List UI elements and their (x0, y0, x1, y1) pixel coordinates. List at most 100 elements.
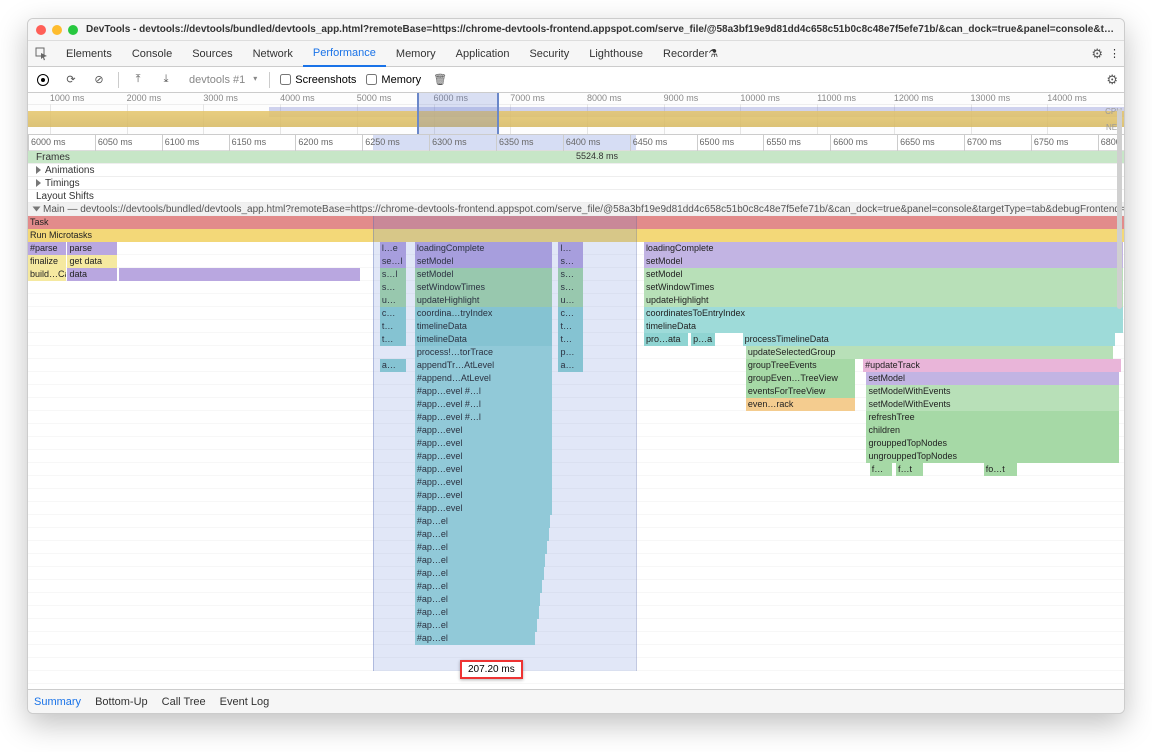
flame-bar[interactable]: l…e (380, 242, 406, 255)
tab-lighthouse[interactable]: Lighthouse (579, 41, 653, 67)
layout-shifts-track[interactable]: Layout Shifts (28, 190, 1124, 203)
flame-bar[interactable]: setModel (415, 255, 552, 268)
flame-bar[interactable]: #ap…el (415, 619, 537, 632)
flame-bar[interactable]: process!…torTrace (415, 346, 552, 359)
flame-bar[interactable]: #app…evel (415, 424, 552, 437)
flame-bar[interactable]: a… (380, 359, 406, 372)
flame-bar[interactable]: data (67, 268, 116, 281)
flame-bar[interactable]: t… (380, 333, 406, 346)
tab-security[interactable]: Security (519, 41, 579, 67)
flame-bar[interactable]: s… (558, 255, 582, 268)
flame-bar[interactable]: f… (870, 463, 892, 476)
flame-bar[interactable]: updateSelectedGroup (746, 346, 1113, 359)
reload-button[interactable]: ⟳ (62, 71, 80, 89)
record-button[interactable] (34, 71, 52, 89)
memory-checkbox[interactable]: Memory (366, 74, 421, 86)
flame-bar[interactable]: t… (380, 320, 406, 333)
settings-icon[interactable]: ⚙ (1091, 46, 1103, 62)
tab-call-tree[interactable]: Call Tree (162, 696, 206, 708)
scrollbar[interactable] (1117, 109, 1122, 309)
flame-bar[interactable]: #updateTrack (863, 359, 1121, 372)
minimize-icon[interactable] (52, 25, 62, 35)
flame-bar[interactable]: c… (558, 307, 582, 320)
overview-minimap[interactable]: 1000 ms2000 ms3000 ms4000 ms5000 ms6000 … (28, 93, 1124, 135)
flame-bar[interactable]: timelineData (415, 320, 552, 333)
flame-bar[interactable]: #ap…el (415, 541, 547, 554)
timings-track[interactable]: Timings (28, 177, 1124, 190)
flame-bar[interactable]: grouppedTopNodes (866, 437, 1118, 450)
maximize-icon[interactable] (68, 25, 78, 35)
flame-bar[interactable]: t… (558, 333, 582, 346)
tab-memory[interactable]: Memory (386, 41, 446, 67)
flame-bar[interactable]: #ap…el (415, 554, 545, 567)
flame-bar[interactable]: even…rack (746, 398, 856, 411)
flame-bar[interactable]: #parse (28, 242, 66, 255)
flame-bar[interactable]: refreshTree (866, 411, 1118, 424)
flame-bar[interactable]: #app…evel (415, 463, 552, 476)
flame-bar[interactable]: loadingComplete (644, 242, 1123, 255)
flame-bar[interactable]: s… (380, 281, 406, 294)
flame-bar[interactable]: #ap…el (415, 528, 549, 541)
flame-chart[interactable]: TaskRun Microtasks#parseparsel…eloadingC… (28, 216, 1124, 671)
inspect-icon[interactable] (32, 44, 52, 64)
flame-bar[interactable]: #app…evel #…l (415, 385, 552, 398)
flame-bar[interactable]: #app…evel #…l (415, 411, 552, 424)
tab-summary[interactable]: Summary (34, 696, 81, 708)
flame-bar[interactable]: finalize (28, 255, 66, 268)
flame-bar[interactable]: f…t (896, 463, 923, 476)
flame-bar[interactable]: get data (67, 255, 116, 268)
close-icon[interactable] (36, 25, 46, 35)
flame-bar[interactable]: a… (558, 359, 582, 372)
flame-bar[interactable]: groupEven…TreeView (746, 372, 856, 385)
screenshots-checkbox[interactable]: Screenshots (280, 74, 356, 86)
flame-bar[interactable]: appendTr…AtLevel (415, 359, 552, 372)
flame-bar[interactable]: children (866, 424, 1118, 437)
flame-bar[interactable]: ungrouppedTopNodes (866, 450, 1118, 463)
flame-bar[interactable]: #app…evel (415, 450, 552, 463)
flame-bar[interactable]: setModel (415, 268, 552, 281)
flame-bar[interactable]: groupTreeEvents (746, 359, 856, 372)
flame-bar[interactable]: updateHighlight (415, 294, 552, 307)
tab-elements[interactable]: Elements (56, 41, 122, 67)
tab-application[interactable]: Application (446, 41, 520, 67)
frames-track[interactable]: Frames 5524.8 ms (28, 151, 1124, 164)
clear-button[interactable]: ⊘ (90, 71, 108, 89)
flame-bar[interactable]: #ap…el (415, 593, 540, 606)
flame-bar[interactable]: updateHighlight (644, 294, 1123, 307)
tab-performance[interactable]: Performance (303, 41, 386, 67)
flame-bar[interactable]: t… (558, 320, 582, 333)
flame-bar[interactable] (119, 268, 360, 281)
more-icon[interactable]: ⋮ (1109, 47, 1120, 60)
flame-bar[interactable]: p… (558, 346, 582, 359)
recording-select[interactable]: devtools #1 (185, 73, 259, 87)
flame-bar[interactable]: fo…t (984, 463, 1017, 476)
tab-event-log[interactable]: Event Log (220, 696, 270, 708)
flame-bar[interactable]: setModel (644, 255, 1123, 268)
download-icon[interactable]: ⤓ (157, 71, 175, 89)
flame-bar[interactable]: #app…evel #…l (415, 398, 552, 411)
flame-bar[interactable]: coordinatesToEntryIndex (644, 307, 1123, 320)
flame-bar[interactable]: build…Calls (28, 268, 66, 281)
upload-icon[interactable]: ⤒ (129, 71, 147, 89)
animations-track[interactable]: Animations (28, 164, 1124, 177)
tab-sources[interactable]: Sources (182, 41, 242, 67)
flame-bar[interactable]: #append…AtLevel (415, 372, 552, 385)
flame-bar[interactable]: setModelWithEvents (866, 398, 1118, 411)
flame-bar[interactable]: u… (380, 294, 406, 307)
flame-bar[interactable]: u… (558, 294, 582, 307)
flame-bar[interactable]: s…l (380, 268, 406, 281)
flame-bar[interactable]: parse (67, 242, 116, 255)
microtasks-bar[interactable]: Run Microtasks (28, 229, 1124, 242)
flame-bar[interactable]: coordina…tryIndex (415, 307, 552, 320)
flame-bar[interactable]: se…l (380, 255, 406, 268)
flame-bar[interactable]: setWindowTimes (415, 281, 552, 294)
flame-bar[interactable]: processTimelineData (743, 333, 1116, 346)
flame-bar[interactable]: c… (380, 307, 406, 320)
flame-bar[interactable]: s… (558, 281, 582, 294)
flame-bar[interactable]: #app…evel (415, 437, 552, 450)
tab-recorder[interactable]: Recorder ⚗ (653, 41, 728, 67)
flame-bar[interactable]: timelineData (415, 333, 552, 346)
flame-bar[interactable]: pro…ata (644, 333, 688, 346)
flame-bar[interactable]: loadingComplete (415, 242, 552, 255)
flame-bar[interactable]: #ap…el (415, 632, 536, 645)
